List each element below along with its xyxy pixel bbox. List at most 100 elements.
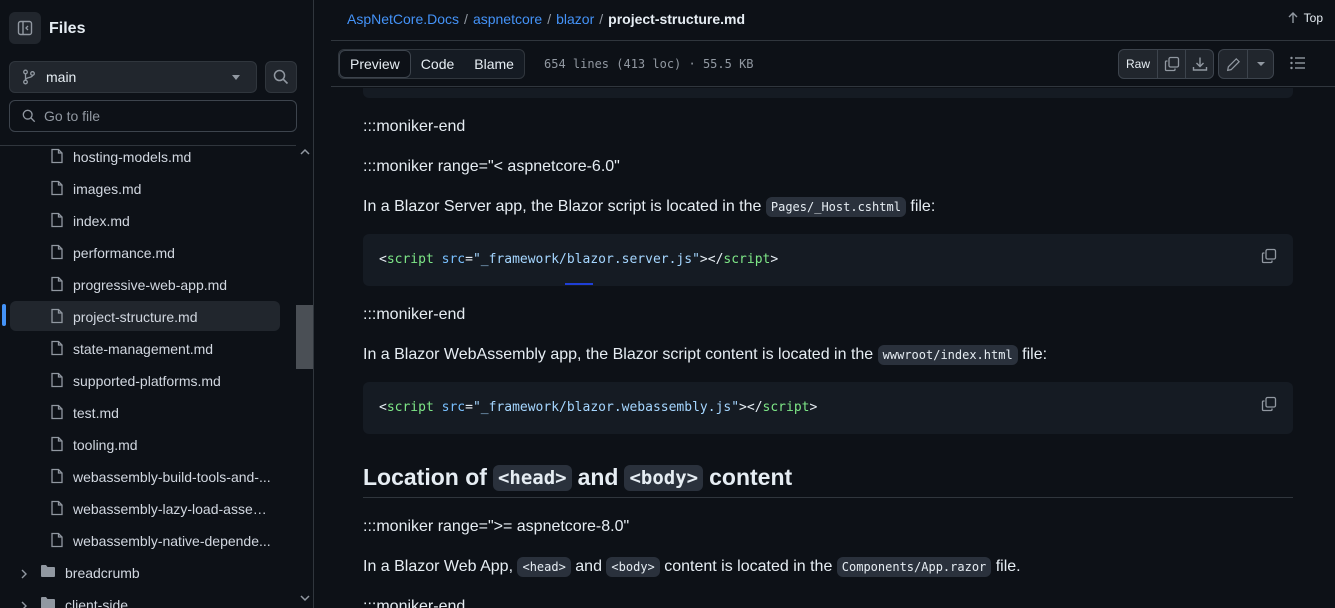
copy-icon[interactable] — [1261, 396, 1277, 412]
file-viewer: AspNetCore.Docs / aspnetcore / blazor / … — [331, 0, 1335, 608]
folder-icon-wrap — [40, 596, 56, 608]
file-info: 654 lines (413 loc) · 55.5 KB — [544, 57, 754, 71]
heading-code: <head> — [492, 464, 572, 491]
chevron-down-icon — [1256, 62, 1265, 66]
breadcrumb-link-repo[interactable]: AspNetCore.Docs — [347, 11, 459, 27]
copy-raw-button[interactable] — [1157, 50, 1185, 78]
section-heading: Location of <head> and <body> content — [363, 458, 1293, 498]
breadcrumb-link-aspnetcore[interactable]: aspnetcore — [473, 11, 542, 27]
file-tree-item[interactable]: project-structure.md — [10, 301, 280, 331]
tab-code[interactable]: Code — [411, 50, 464, 78]
file-tree-item[interactable]: index.md — [10, 205, 280, 235]
file-icon — [51, 468, 63, 484]
paragraph-moniker-end: :::moniker-end — [363, 118, 466, 135]
folder-tree-item[interactable]: breadcrumb — [10, 557, 280, 587]
code-token: script — [723, 252, 771, 267]
file-name: supported-platforms.md — [73, 373, 221, 389]
go-to-file-field[interactable] — [9, 100, 297, 132]
text: In a Blazor Web App, — [363, 558, 518, 575]
text: file: — [905, 198, 936, 215]
file-icon — [51, 276, 63, 292]
search-icon — [273, 69, 289, 85]
text: file: — [1017, 346, 1048, 363]
file-tree-item[interactable]: webassembly-lazy-load-assem... — [10, 493, 280, 523]
file-icon-wrap — [50, 500, 64, 519]
code-block-partial — [363, 88, 1293, 98]
top-button[interactable]: Top — [1287, 11, 1323, 25]
file-tree-item[interactable]: webassembly-native-depende... — [10, 525, 280, 555]
file-tree-item[interactable]: tooling.md — [10, 429, 280, 459]
raw-button[interactable]: Raw — [1119, 50, 1157, 78]
tree-scrollbar-track[interactable] — [296, 145, 313, 608]
code-token: script — [386, 252, 434, 267]
branch-selector[interactable]: main — [9, 61, 257, 93]
file-name: webassembly-lazy-load-assem... — [73, 501, 273, 517]
breadcrumb-link-blazor[interactable]: blazor — [556, 11, 594, 27]
folder-name: client-side — [65, 597, 129, 608]
file-name: webassembly-build-tools-and-... — [73, 469, 271, 485]
file-tree-item[interactable]: state-management.md — [10, 333, 280, 363]
file-tree-item[interactable]: images.md — [10, 173, 280, 203]
tab-blame[interactable]: Blame — [464, 50, 524, 78]
code-token: src — [441, 400, 466, 415]
folder-tree-item[interactable]: client-side — [10, 589, 280, 608]
file-tree-item[interactable]: webassembly-build-tools-and-... — [10, 461, 280, 491]
download-icon — [1192, 57, 1207, 71]
collapse-sidebar-button[interactable] — [9, 12, 41, 44]
edit-group — [1218, 49, 1274, 79]
edit-options-button[interactable] — [1247, 50, 1273, 78]
file-icon-wrap — [50, 212, 64, 231]
top-label: Top — [1303, 11, 1323, 25]
chevron-down-icon[interactable] — [300, 594, 310, 602]
active-file-indicator — [2, 304, 6, 326]
file-name: images.md — [73, 181, 142, 197]
search-files-button[interactable] — [265, 61, 297, 93]
paragraph-moniker-end: :::moniker-end — [363, 306, 466, 323]
file-icon — [51, 180, 63, 196]
file-icon — [51, 340, 63, 356]
file-icon — [51, 244, 63, 260]
file-tree-item[interactable]: performance.md — [10, 237, 280, 267]
file-icon-wrap — [50, 372, 64, 391]
heading-text: content — [709, 464, 793, 490]
file-name: webassembly-native-depende... — [73, 533, 271, 549]
download-button[interactable] — [1185, 50, 1213, 78]
code-token: > — [809, 400, 818, 415]
copy-icon — [1164, 56, 1179, 72]
chevron-down-icon — [232, 75, 240, 80]
tab-preview[interactable]: Preview — [339, 50, 411, 78]
file-icon-wrap — [50, 180, 64, 199]
file-icon-wrap — [50, 436, 64, 455]
copy-icon[interactable] — [1261, 248, 1277, 264]
text: In a Blazor WebAssembly app, the Blazor … — [363, 346, 878, 363]
file-tree-item[interactable]: supported-platforms.md — [10, 365, 280, 395]
code-token: > — [770, 252, 779, 267]
current-file-name: project-structure.md — [608, 11, 746, 27]
sidebar-header: Files — [0, 0, 313, 58]
file-tree-item[interactable]: test.md — [10, 397, 280, 427]
file-tree-item[interactable]: progressive-web-app.md — [10, 269, 280, 299]
tree-scrollbar-thumb[interactable] — [296, 305, 313, 369]
file-tree: hosting-models.md images.md index.md perfor… — [0, 145, 296, 608]
outline-list-icon[interactable] — [1290, 56, 1306, 70]
code-block: <script src="_framework/blazor.server.js… — [363, 234, 1293, 286]
chevron-wrap — [20, 566, 28, 582]
paragraph-moniker-range: :::moniker range="< aspnetcore-6.0" — [363, 158, 620, 175]
file-tree-item[interactable]: hosting-models.md — [10, 146, 280, 171]
inline-code: Pages/_Host.cshtml — [765, 197, 906, 217]
folder-name: breadcrumb — [65, 565, 140, 581]
inline-code: <head> — [517, 557, 571, 577]
file-icon — [51, 436, 63, 452]
file-icon — [51, 404, 63, 420]
file-icon-wrap — [50, 148, 64, 167]
folder-icon-wrap — [40, 564, 56, 581]
chevron-right-icon — [21, 569, 27, 579]
edit-file-button[interactable] — [1219, 50, 1247, 78]
chevron-up-icon[interactable] — [300, 148, 310, 156]
git-branch-icon — [23, 69, 35, 85]
folder-icon — [41, 565, 55, 577]
code-token: src — [441, 252, 466, 267]
paragraph-moniker-end: :::moniker-end — [363, 598, 466, 608]
heading-text: Location of — [363, 464, 487, 490]
go-to-file-input[interactable] — [44, 108, 274, 124]
